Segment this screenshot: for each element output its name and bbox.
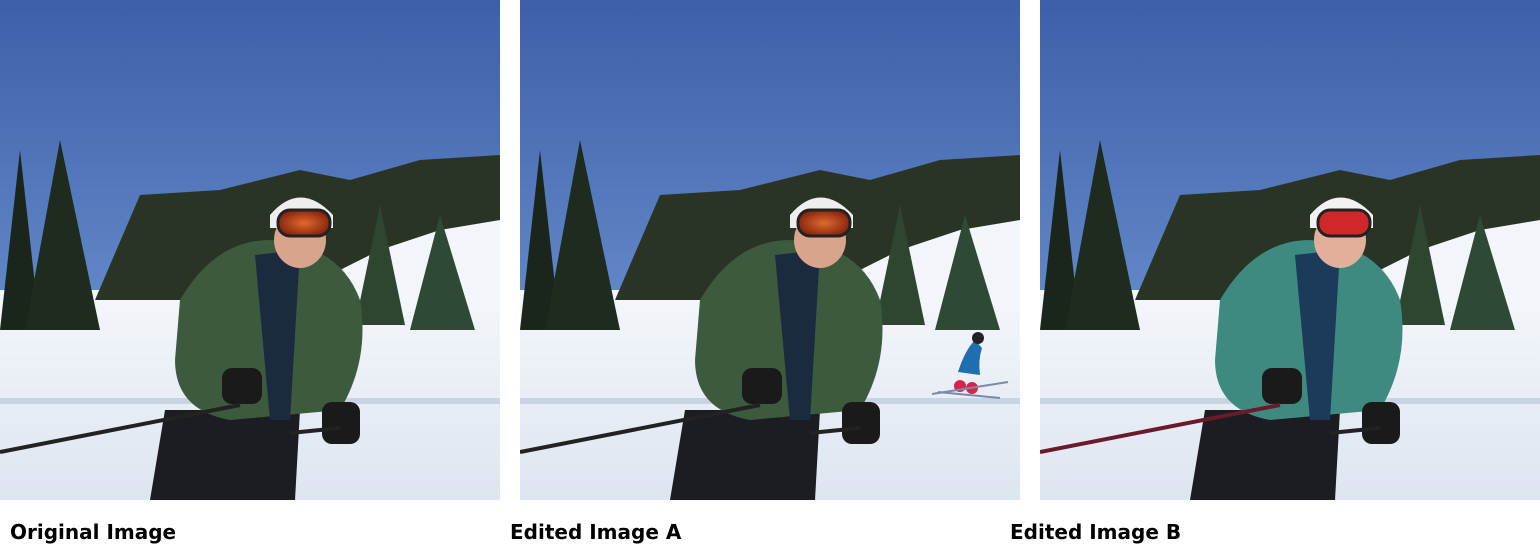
edited-image-a-panel — [520, 0, 1020, 500]
edited-image-a — [520, 0, 1020, 500]
caption-edited-b: Edited Image B — [1010, 520, 1182, 544]
caption-original: Original Image — [10, 520, 177, 544]
caption-edited-a: Edited Image A — [510, 520, 682, 544]
edited-image-b — [1040, 0, 1540, 500]
edited-image-b-panel — [1040, 0, 1540, 500]
original-image-panel — [0, 0, 500, 500]
original-image — [0, 0, 500, 500]
